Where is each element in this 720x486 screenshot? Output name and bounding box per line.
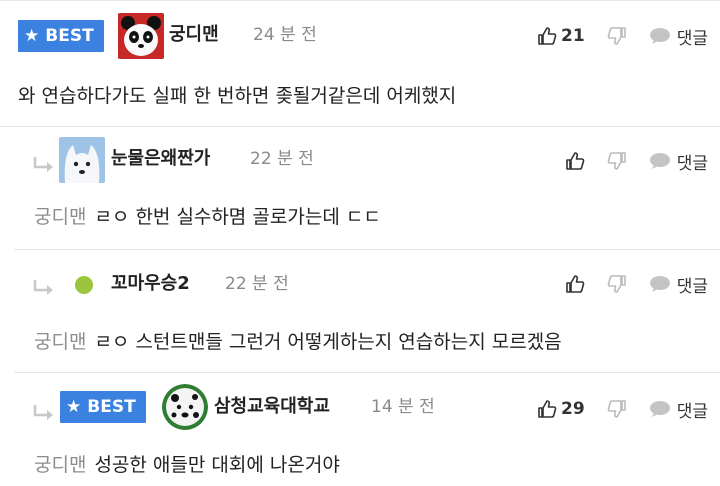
best-badge: ★ BEST [60, 391, 146, 423]
reply-item: 눈물은왜짠가 22 분 전 댓글 궁디맨 ㄹㅇ 한번 실수하몀 골로가는데 ㄷㄷ [14, 127, 720, 249]
avatar[interactable] [118, 13, 164, 59]
speech-bubble-icon [649, 28, 670, 44]
dalmatian-icon [162, 384, 208, 430]
comment-actions: 29 댓글 [515, 395, 708, 423]
reply-button[interactable]: 댓글 [649, 272, 708, 297]
panda-icon [118, 13, 164, 59]
like-count: 29 [561, 399, 585, 419]
thumbs-up-icon [565, 152, 585, 170]
reply-button[interactable]: 댓글 [649, 24, 708, 49]
reply-arrow-icon [33, 280, 53, 295]
thumbs-down-icon [607, 27, 626, 45]
comment-author[interactable]: 눈물은왜짠가 [111, 147, 210, 171]
avatar[interactable] [162, 384, 208, 430]
comment-actions: 댓글 [543, 147, 708, 175]
dislike-button[interactable] [607, 399, 627, 419]
speech-bubble-icon [649, 153, 670, 169]
like-count: 21 [561, 26, 585, 46]
comment-time: 14 분 전 [371, 397, 435, 417]
avatar[interactable] [59, 137, 105, 183]
comment-author[interactable]: 궁디맨 [169, 23, 219, 47]
thumbs-up-icon [565, 275, 585, 293]
dislike-button[interactable] [607, 274, 627, 294]
thumbs-down-icon [607, 152, 626, 170]
comment-text: 와 연습하다가도 실패 한 번하면 좆될거같은데 어케했지 [18, 85, 457, 107]
reply-item: 꼬마우승2 22 분 전 댓글 궁디맨 ㄹㅇ 스턴트맨들 그런거 어떻게하는지 연… [14, 250, 720, 372]
like-button[interactable]: 29 [537, 399, 585, 419]
thumbs-up-icon [538, 27, 557, 45]
thumbs-down-icon [607, 275, 626, 293]
comment-item: ★ BEST 궁디맨 24 분 전 21 댓글 와 연습하다가도 실패 한 번하… [0, 0, 720, 126]
white-dog-icon [59, 137, 105, 183]
comment-time: 22 분 전 [225, 274, 289, 294]
mention[interactable]: 궁디맨 [34, 454, 86, 476]
comment-author[interactable]: 꼬마우승2 [111, 272, 190, 296]
star-icon: ★ [66, 397, 82, 417]
reply-label: 댓글 [676, 276, 708, 297]
comment-actions: 21 댓글 [515, 22, 708, 50]
like-button[interactable] [565, 274, 585, 294]
reply-button[interactable]: 댓글 [649, 397, 708, 422]
like-button[interactable] [565, 151, 585, 171]
speech-bubble-icon [649, 276, 670, 292]
reply-arrow-icon [33, 405, 53, 420]
thumbs-down-icon [607, 400, 626, 418]
reply-label: 댓글 [676, 401, 708, 422]
reply-button[interactable]: 댓글 [649, 149, 708, 174]
dislike-button[interactable] [607, 151, 627, 171]
comment-text: 궁디맨 ㄹㅇ 한번 실수하몀 골로가는데 ㄷㄷ [34, 206, 381, 228]
thumbs-up-icon [538, 400, 557, 418]
comment-text: 궁디맨 ㄹㅇ 스턴트맨들 그런거 어떻게하는지 연습하는지 모르겠음 [34, 331, 562, 353]
comment-time: 24 분 전 [253, 25, 317, 45]
avatar[interactable] [75, 276, 93, 294]
mention[interactable]: 궁디맨 [34, 331, 86, 353]
star-icon: ★ [24, 26, 40, 46]
like-button[interactable]: 21 [537, 26, 585, 46]
speech-bubble-icon [649, 401, 670, 417]
comment-time: 22 분 전 [250, 149, 314, 169]
reply-label: 댓글 [676, 153, 708, 174]
dislike-button[interactable] [607, 26, 627, 46]
best-badge: ★ BEST [18, 20, 104, 52]
comment-text: 궁디맨 성공한 애들만 대회에 나온거야 [34, 454, 340, 476]
reply-label: 댓글 [676, 28, 708, 49]
mention[interactable]: 궁디맨 [34, 206, 86, 228]
reply-item: ★ BEST 삼청교육대학교 14 분 전 29 댓글 궁디맨 성공한 애들만 … [14, 373, 720, 486]
comment-actions: 댓글 [543, 270, 708, 298]
comment-author[interactable]: 삼청교육대학교 [214, 395, 330, 419]
reply-arrow-icon [33, 157, 53, 172]
